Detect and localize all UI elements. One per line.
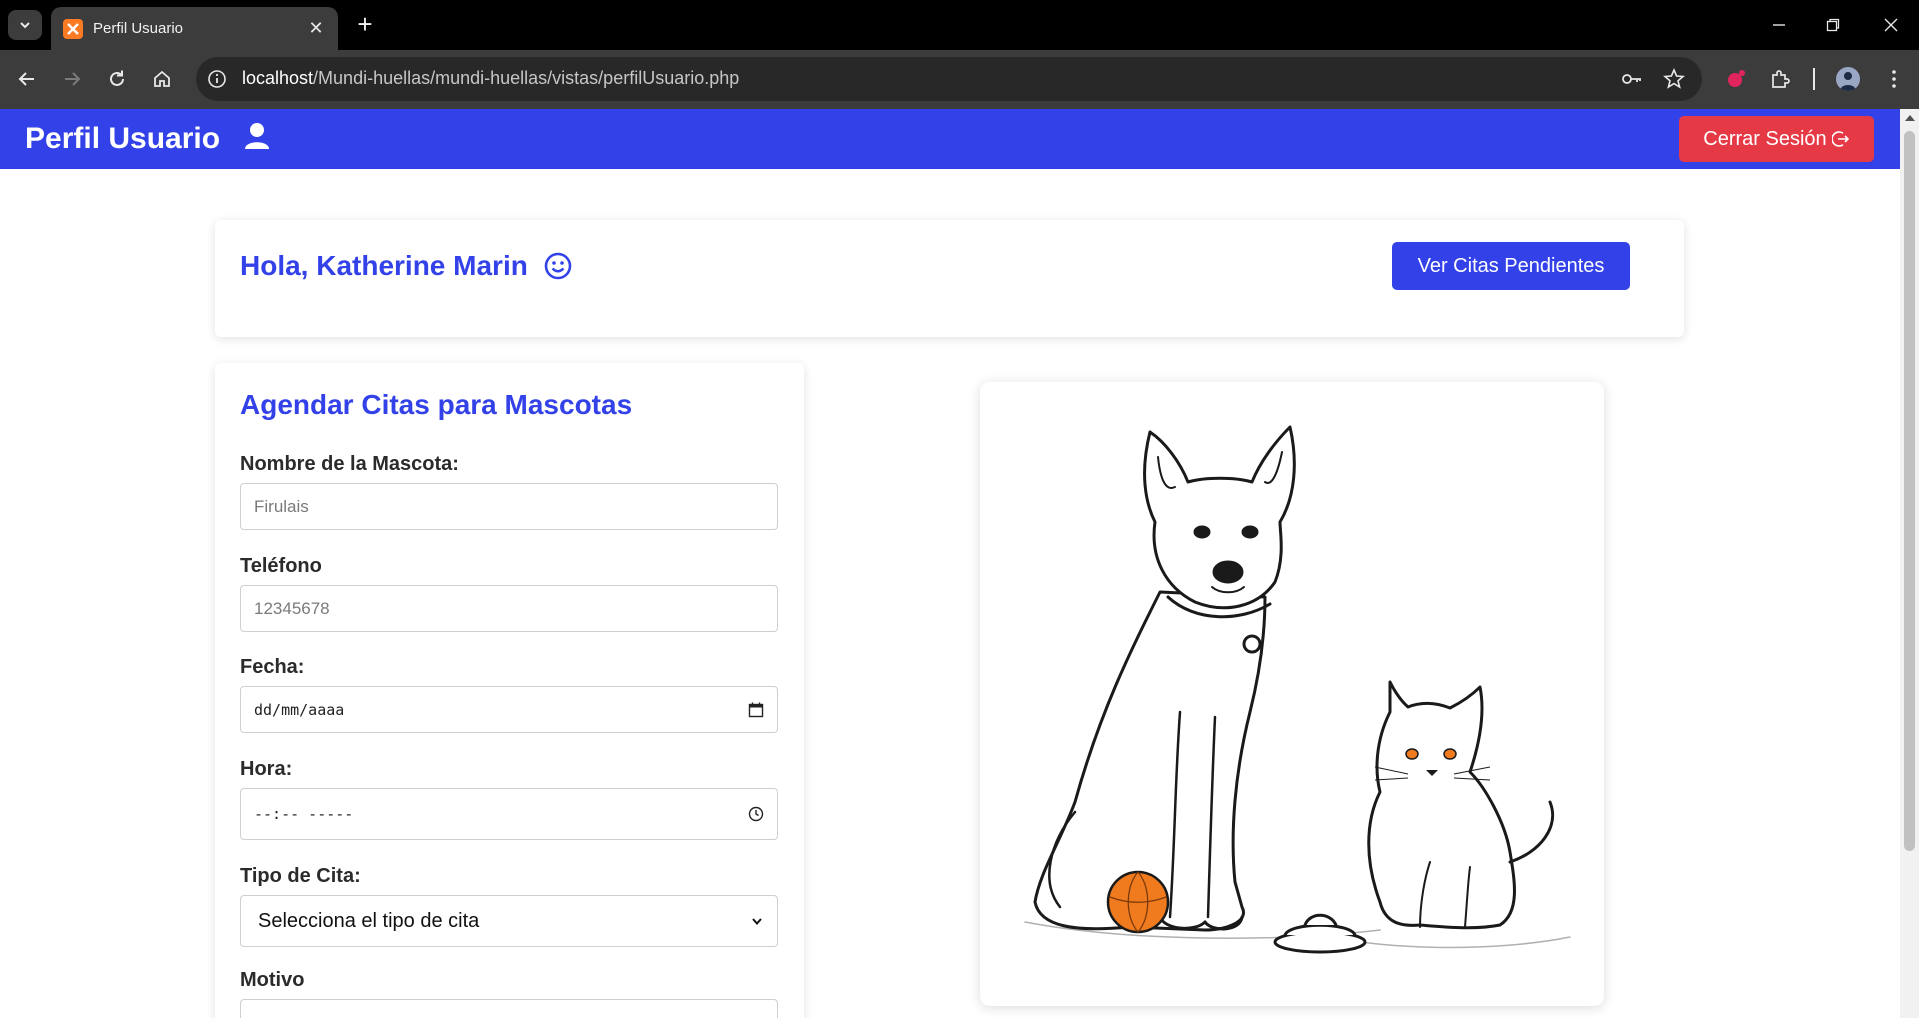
profile-avatar[interactable]	[1836, 67, 1860, 91]
greeting-text: Hola, Katherine Marin	[240, 250, 528, 281]
page-scrollbar[interactable]	[1900, 109, 1919, 1018]
time-value: --:-- -----	[254, 805, 354, 823]
dog-and-cat-illustration	[1024, 425, 1571, 954]
close-tab-icon[interactable]: ✕	[306, 18, 326, 39]
back-icon[interactable]	[14, 66, 40, 92]
cat-body	[1367, 680, 1516, 930]
scroll-up-arrow-icon[interactable]	[1905, 115, 1915, 121]
reload-icon[interactable]	[104, 66, 130, 92]
greeting-card: Hola, Katherine Marin Ver Citas Pendient…	[215, 220, 1684, 337]
url-host: localhost	[242, 68, 314, 88]
time-input[interactable]: --:-- -----	[240, 788, 778, 840]
logout-label: Cerrar Sesión	[1703, 127, 1827, 150]
page-viewport: Perfil Usuario Cerrar Sesión Hola, Kathe…	[0, 109, 1900, 1018]
pet-name-input[interactable]: Firulais	[240, 483, 778, 530]
date-label: Fecha:	[240, 656, 305, 678]
key-icon[interactable]	[1620, 67, 1644, 91]
tab-title: Perfil Usuario	[93, 20, 184, 37]
date-value: dd/mm/aaaa	[254, 700, 345, 719]
minimize-icon[interactable]	[1768, 14, 1790, 36]
forward-icon[interactable]	[59, 66, 85, 92]
greeting-heading: Hola, Katherine Marin	[240, 250, 572, 282]
xampp-favicon-icon	[63, 18, 83, 39]
calendar-icon[interactable]	[748, 702, 764, 718]
pets-illustration-card	[980, 382, 1604, 1006]
phone-label: Teléfono	[240, 555, 322, 577]
scrollbar-thumb[interactable]	[1904, 131, 1915, 851]
new-tab-button[interactable]: +	[352, 11, 378, 38]
browser-tab-strip: Perfil Usuario ✕ +	[0, 0, 1919, 50]
time-label: Hora:	[240, 758, 293, 780]
phone-placeholder: 12345678	[254, 598, 330, 618]
logout-icon	[1831, 131, 1849, 147]
view-pending-appointments-button[interactable]: Ver Citas Pendientes	[1392, 242, 1630, 290]
tab-search-button[interactable]	[8, 10, 42, 40]
extensions-puzzle-icon[interactable]	[1768, 67, 1792, 91]
date-input[interactable]: dd/mm/aaaa	[240, 686, 778, 733]
home-icon[interactable]	[149, 66, 175, 92]
bookmark-star-icon[interactable]	[1662, 67, 1686, 91]
browser-tab-active[interactable]: Perfil Usuario ✕	[51, 7, 338, 50]
pet-name-placeholder: Firulais	[254, 496, 309, 516]
logout-button[interactable]: Cerrar Sesión	[1679, 116, 1874, 162]
form-title: Agendar Citas para Mascotas	[240, 389, 633, 420]
extension-record-icon[interactable]	[1724, 67, 1748, 91]
restore-icon[interactable]	[1822, 14, 1844, 36]
toolbar-divider	[1813, 68, 1815, 90]
close-window-icon[interactable]	[1880, 14, 1902, 36]
top-navbar: Perfil Usuario Cerrar Sesión	[0, 109, 1900, 169]
appointment-form-card: Agendar Citas para Mascotas Nombre de la…	[215, 363, 804, 1018]
reason-label: Motivo	[240, 969, 305, 991]
phone-input[interactable]: 12345678	[240, 585, 778, 632]
more-menu-icon[interactable]	[1882, 67, 1906, 91]
appointment-type-select[interactable]: Selecciona el tipo de cita	[240, 895, 778, 947]
reason-textarea[interactable]	[240, 999, 778, 1018]
chevron-down-icon	[20, 22, 30, 29]
url-text[interactable]: localhost/Mundi-huellas/mundi-huellas/vi…	[242, 68, 739, 89]
pet-name-label: Nombre de la Mascota:	[240, 453, 459, 475]
navbar-title: Perfil Usuario	[25, 122, 221, 155]
appointment-type-selected: Selecciona el tipo de cita	[258, 909, 480, 932]
user-icon	[245, 123, 269, 149]
url-path: /Mundi-huellas/mundi-huellas/vistas/perf…	[313, 68, 740, 88]
appointment-type-label: Tipo de Cita:	[240, 865, 361, 887]
site-info-icon[interactable]	[205, 67, 229, 91]
smile-icon	[544, 252, 572, 280]
chevron-down-icon	[752, 918, 762, 926]
clock-icon[interactable]	[748, 806, 764, 822]
